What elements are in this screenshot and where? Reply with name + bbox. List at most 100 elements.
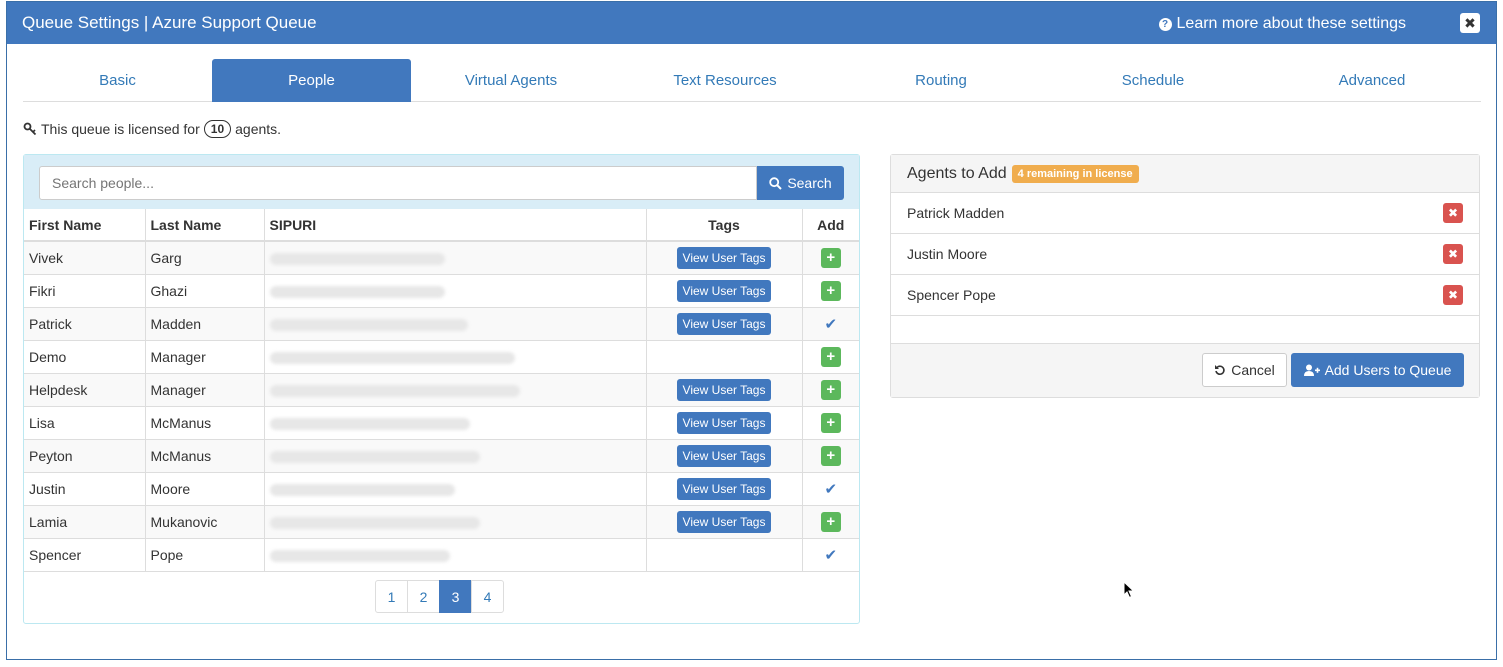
close-button[interactable]: ✖ xyxy=(1460,13,1480,33)
redacted-sipuri xyxy=(269,253,445,266)
tags-cell: View User Tags xyxy=(646,241,803,275)
tags-cell: View User Tags xyxy=(646,439,803,473)
table-row: Justin Moore View User Tags ✔ xyxy=(24,472,859,506)
last-name-cell: Manager xyxy=(145,340,265,374)
view-user-tags-button[interactable]: View User Tags xyxy=(676,312,772,335)
remove-agent-button[interactable]: ✖ xyxy=(1443,285,1463,305)
tab-schedule[interactable]: Schedule xyxy=(1043,59,1263,102)
sipuri-cell xyxy=(264,406,647,440)
tags-cell: View User Tags xyxy=(646,274,803,308)
last-name-cell: Moore xyxy=(145,472,265,506)
agent-name: Justin Moore xyxy=(907,246,988,262)
table-row: Spencer Pope ✔ xyxy=(24,538,859,572)
user-plus-icon xyxy=(1303,364,1320,376)
first-name-cell: Justin xyxy=(24,472,146,506)
redacted-sipuri xyxy=(269,516,480,529)
tags-cell: View User Tags xyxy=(646,373,803,407)
view-user-tags-button[interactable]: View User Tags xyxy=(676,477,772,500)
redacted-sipuri xyxy=(269,483,455,496)
first-name-cell: Demo xyxy=(24,340,146,374)
last-name-cell: Madden xyxy=(145,307,265,341)
add-cell: + xyxy=(802,505,859,539)
view-user-tags-button[interactable]: View User Tags xyxy=(676,510,772,533)
view-user-tags-button[interactable]: View User Tags xyxy=(676,444,772,467)
tab-text-resources[interactable]: Text Resources xyxy=(611,59,839,102)
tab-virtual-agents[interactable]: Virtual Agents xyxy=(411,59,611,102)
last-name-cell: Mukanovic xyxy=(145,505,265,539)
add-agent-button[interactable]: + xyxy=(820,445,841,466)
add-agent-button[interactable]: + xyxy=(820,247,841,268)
learn-more-link[interactable]: ? Learn more about these settings xyxy=(1158,15,1406,33)
view-user-tags-button[interactable]: View User Tags xyxy=(676,246,772,269)
sipuri-cell xyxy=(264,439,647,473)
tab-label: Schedule xyxy=(1121,72,1185,89)
add-agent-button[interactable]: + xyxy=(820,412,841,433)
first-name-cell: Lamia xyxy=(24,505,146,539)
agents-to-add-title: Agents to Add xyxy=(907,164,1007,182)
table-row: Lisa McManus View User Tags + xyxy=(24,406,859,440)
tags-cell xyxy=(646,340,803,374)
tab-people[interactable]: People xyxy=(212,59,411,102)
redacted-sipuri xyxy=(269,450,480,463)
redacted-sipuri xyxy=(269,285,445,298)
sipuri-cell xyxy=(264,241,647,275)
agent-name: Patrick Madden xyxy=(907,205,1005,221)
people-panel: Search First Name Last Name SIPURI Tags … xyxy=(23,154,860,624)
search-button-label: Search xyxy=(787,175,832,191)
view-user-tags-button[interactable]: View User Tags xyxy=(676,279,772,302)
column-header-first-name[interactable]: First Name xyxy=(24,209,146,242)
first-name-cell: Helpdesk xyxy=(24,373,146,407)
agents-to-add-header: Agents to Add 4 remaining in license xyxy=(891,155,1479,193)
tags-cell: View User Tags xyxy=(646,307,803,341)
table-row: Helpdesk Manager View User Tags + xyxy=(24,373,859,407)
page-4-button[interactable]: 4 xyxy=(471,580,504,613)
undo-icon xyxy=(1215,365,1225,375)
column-header-add: Add xyxy=(802,209,859,242)
view-user-tags-button[interactable]: View User Tags xyxy=(676,411,772,434)
table-row: Vivek Garg View User Tags + xyxy=(24,241,859,275)
page-2-button[interactable]: 2 xyxy=(407,580,440,613)
add-agent-button[interactable]: + xyxy=(820,346,841,367)
cancel-button[interactable]: Cancel xyxy=(1202,353,1287,387)
add-cell: ✔ xyxy=(802,538,859,572)
first-name-cell: Patrick xyxy=(24,307,146,341)
sipuri-cell xyxy=(264,274,647,308)
add-cell: + xyxy=(802,373,859,407)
tags-cell xyxy=(646,538,803,572)
remove-agent-button[interactable]: ✖ xyxy=(1443,244,1463,264)
tab-routing[interactable]: Routing xyxy=(839,59,1043,102)
agents-to-add-list: Patrick Madden ✖ Justin Moore ✖ Spencer Pope… xyxy=(891,193,1479,316)
key-icon xyxy=(23,122,37,136)
cancel-button-label: Cancel xyxy=(1231,362,1275,378)
remove-agent-button[interactable]: ✖ xyxy=(1443,203,1463,223)
add-agent-button[interactable]: + xyxy=(820,379,841,400)
column-header-last-name[interactable]: Last Name xyxy=(145,209,265,242)
add-cell: + xyxy=(802,274,859,308)
add-agent-button[interactable]: + xyxy=(820,280,841,301)
license-count-badge: 10 xyxy=(203,120,232,138)
add-users-to-queue-button[interactable]: Add Users to Queue xyxy=(1291,353,1464,387)
pagination: 1 2 3 4 xyxy=(375,580,504,613)
column-header-sipuri[interactable]: SIPURI xyxy=(264,209,647,242)
sipuri-cell xyxy=(264,505,647,539)
tab-basic[interactable]: Basic xyxy=(23,59,212,102)
queue-settings-modal: Queue Settings | Azure Support Queue ? L… xyxy=(6,1,1497,660)
table-row: Peyton McManus View User Tags + xyxy=(24,439,859,473)
add-users-button-label: Add Users to Queue xyxy=(1324,362,1452,378)
sipuri-cell xyxy=(264,307,647,341)
last-name-cell: McManus xyxy=(145,406,265,440)
redacted-sipuri xyxy=(269,384,520,397)
view-user-tags-button[interactable]: View User Tags xyxy=(676,378,772,401)
add-agent-button[interactable]: + xyxy=(820,511,841,532)
search-input[interactable] xyxy=(39,166,757,200)
tab-advanced[interactable]: Advanced xyxy=(1263,59,1481,102)
sipuri-cell xyxy=(264,340,647,374)
people-table: First Name Last Name SIPURI Tags Add Viv… xyxy=(24,209,859,572)
redacted-sipuri xyxy=(269,549,450,562)
page-1-button[interactable]: 1 xyxy=(375,580,408,613)
mouse-cursor-icon xyxy=(1123,581,1135,599)
agent-to-add-item: Spencer Pope ✖ xyxy=(891,275,1479,316)
check-icon: ✔ xyxy=(824,546,838,564)
search-button[interactable]: Search xyxy=(757,166,844,200)
page-3-button[interactable]: 3 xyxy=(439,580,472,613)
